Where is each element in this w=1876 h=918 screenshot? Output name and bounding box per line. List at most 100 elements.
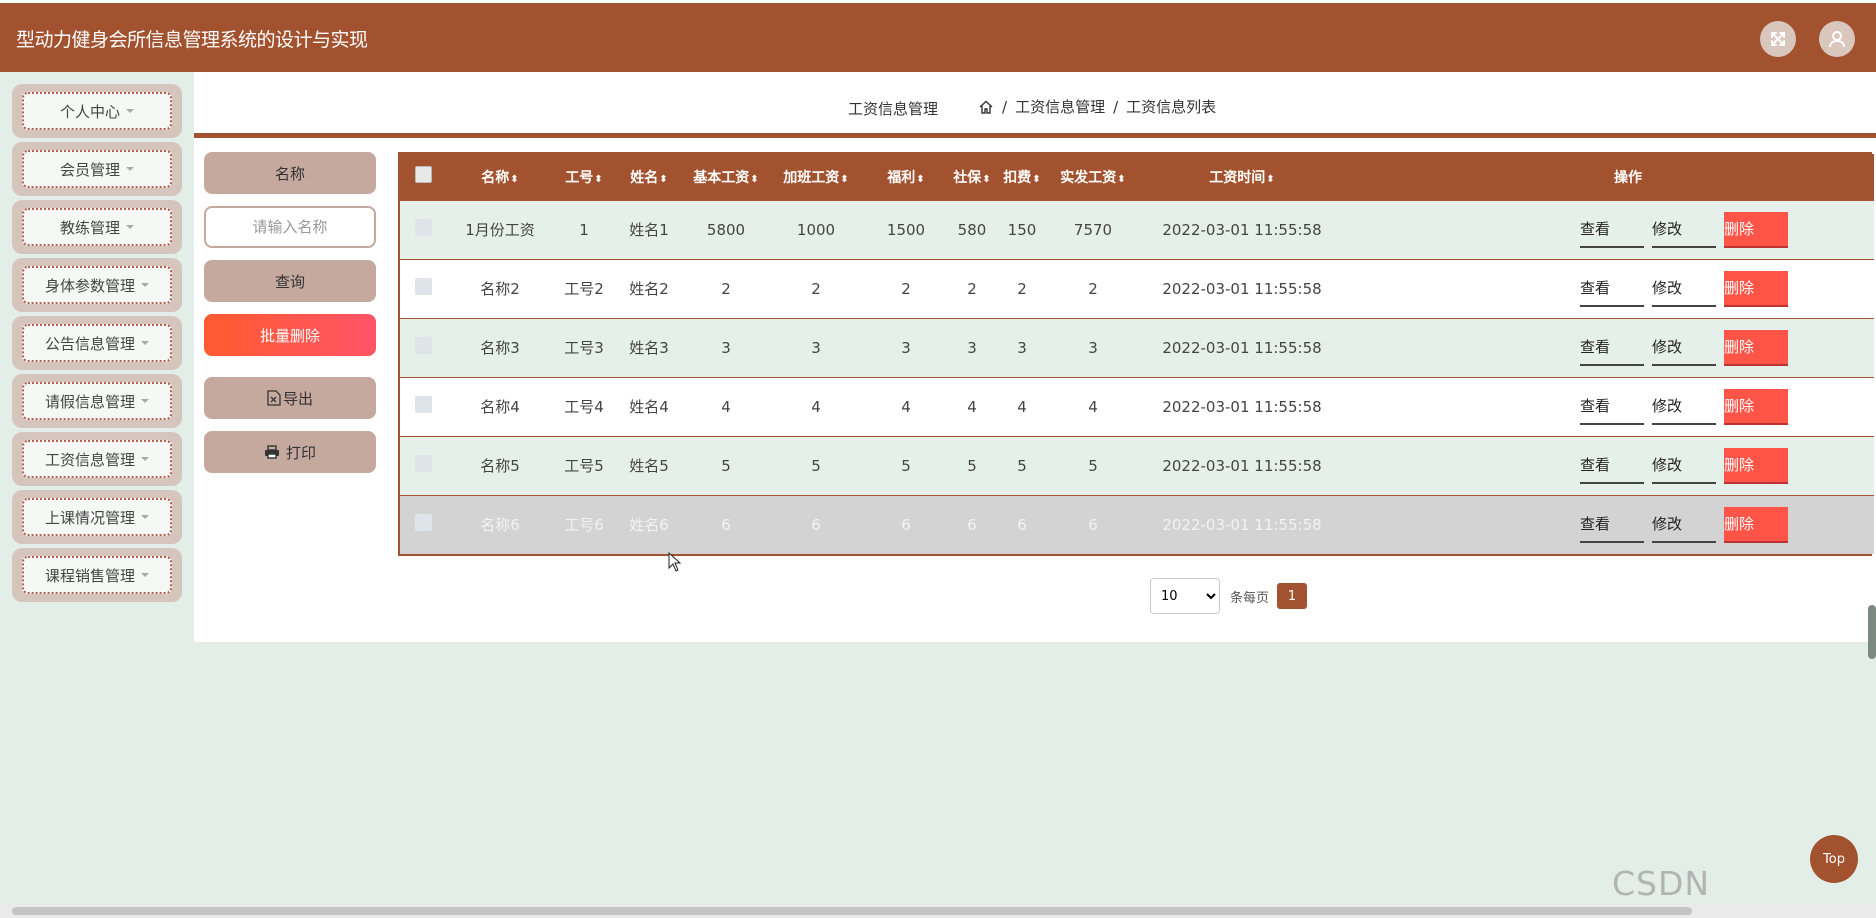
table-cell: 3 (811, 338, 821, 357)
edit-button[interactable]: 修改 (1652, 212, 1716, 248)
table-row[interactable]: 名称6 工号6 姓名6 6 6 6 6 6 6 2022-03-01 11:55:58 查看 修改 删除 (400, 495, 1874, 554)
horizontal-scrollbar-thumb[interactable] (12, 907, 1692, 915)
search-button[interactable]: 查询 (204, 260, 376, 302)
view-button[interactable]: 查看 (1580, 271, 1644, 307)
user-avatar-button[interactable] (1819, 21, 1855, 57)
batch-delete-button[interactable]: 批量删除 (204, 314, 376, 356)
table-cell: 5 (1088, 456, 1098, 475)
vertical-scrollbar[interactable] (1868, 605, 1876, 659)
edit-button[interactable]: 修改 (1652, 507, 1716, 543)
delete-button[interactable]: 删除 (1724, 447, 1788, 484)
fullscreen-button[interactable] (1760, 21, 1796, 57)
column-header[interactable]: 实发工资⬍ (1048, 154, 1138, 200)
file-export-icon (267, 390, 281, 406)
column-header[interactable]: 名称⬍ (446, 154, 554, 200)
delete-button[interactable]: 删除 (1724, 506, 1788, 543)
sidebar-item-body-params[interactable]: 身体参数管理 (12, 258, 182, 312)
sidebar-item-classes[interactable]: 上课情况管理 (12, 490, 182, 544)
delete-button[interactable]: 删除 (1724, 270, 1788, 307)
page-number-current[interactable]: 1 (1277, 583, 1308, 609)
column-header[interactable]: 工资时间⬍ (1138, 154, 1346, 200)
column-header[interactable]: 社保⬍ (948, 154, 996, 200)
edit-button[interactable]: 修改 (1652, 448, 1716, 484)
sidebar-item-members[interactable]: 会员管理 (12, 142, 182, 196)
caret-down-icon (141, 457, 149, 461)
table-cell: 1 (579, 220, 589, 239)
salary-table: 名称⬍ 工号⬍ 姓名⬍ 基本工资⬍ 加班工资⬍ 福利⬍ 社保⬍ 扣费⬍ 实发工资… (398, 152, 1874, 556)
table-cell: 6 (811, 515, 821, 534)
table-cell: 6 (1088, 515, 1098, 534)
breadcrumb-item[interactable]: 工资信息管理 (1015, 96, 1105, 117)
table-cell: 姓名6 (629, 516, 669, 535)
delete-button[interactable]: 删除 (1724, 329, 1788, 366)
view-button[interactable]: 查看 (1580, 507, 1644, 543)
sidebar-item-label: 工资信息管理 (44, 450, 135, 469)
table-cell: 2022-03-01 11:55:58 (1162, 338, 1322, 357)
column-header[interactable]: 扣费⬍ (996, 154, 1048, 200)
home-icon[interactable] (978, 99, 994, 115)
table-cell: 580 (957, 220, 987, 239)
row-checkbox[interactable] (414, 337, 432, 354)
table-cell: 5 (1017, 456, 1027, 475)
table-row[interactable]: 名称2 工号2 姓名2 2 2 2 2 2 2 2022-03-01 11:55:58 查看 修改 删除 (400, 259, 1874, 318)
sidebar-item-coaches[interactable]: 教练管理 (12, 200, 182, 254)
column-header[interactable]: 福利⬍ (864, 154, 948, 200)
table-cell: 姓名4 (629, 398, 669, 416)
column-header (1346, 154, 1576, 200)
page-size-select[interactable]: 10 (1150, 578, 1220, 614)
page-title: 工资信息管理 (848, 100, 939, 118)
edit-button[interactable]: 修改 (1652, 389, 1716, 425)
table-cell: 3 (901, 338, 911, 357)
print-label: 打印 (285, 443, 316, 462)
table-cell: 3 (721, 338, 731, 357)
table-cell: 姓名1 (629, 221, 669, 239)
table-row[interactable]: 名称4 工号4 姓名4 4 4 4 4 4 4 2022-03-01 11:55:58 查看 修改 删除 (400, 377, 1874, 436)
print-button[interactable]: 打印 (204, 431, 376, 473)
export-button[interactable]: 导出 (204, 377, 376, 419)
table-row[interactable]: 名称5 工号5 姓名5 5 5 5 5 5 5 2022-03-01 11:55:58 查看 修改 删除 (400, 436, 1874, 495)
delete-button[interactable]: 删除 (1724, 388, 1788, 425)
table-cell: 2022-03-01 11:55:58 (1162, 515, 1322, 534)
sidebar-item-label: 上课情况管理 (44, 508, 135, 527)
row-checkbox[interactable] (414, 219, 432, 236)
delete-button[interactable]: 删除 (1724, 211, 1788, 248)
row-checkbox[interactable] (414, 278, 432, 295)
top-header: 型动力健身会所信息管理系统的设计与实现 (0, 0, 1876, 72)
sidebar-item-leave[interactable]: 请假信息管理 (12, 374, 182, 428)
pagination: 10 条每页 1 (1150, 578, 1308, 614)
sidebar-item-announcements[interactable]: 公告信息管理 (12, 316, 182, 370)
column-header[interactable]: 姓名⬍ (614, 154, 684, 200)
edit-button[interactable]: 修改 (1652, 330, 1716, 366)
sort-icon: ⬍ (916, 173, 925, 185)
view-button[interactable]: 查看 (1580, 389, 1644, 425)
column-header[interactable]: 加班工资⬍ (768, 154, 864, 200)
view-button[interactable]: 查看 (1580, 330, 1644, 366)
search-input[interactable] (204, 206, 376, 248)
table-cell: 5 (721, 456, 731, 475)
row-checkbox[interactable] (414, 455, 432, 472)
edit-button[interactable]: 修改 (1652, 271, 1716, 307)
caret-down-icon (126, 225, 134, 229)
horizontal-scrollbar[interactable] (0, 904, 1876, 918)
select-all-checkbox[interactable] (414, 166, 432, 184)
table-row[interactable]: 名称3 工号3 姓名3 3 3 3 3 3 3 2022-03-01 11:55:58 查看 修改 删除 (400, 318, 1874, 377)
view-button[interactable]: 查看 (1580, 448, 1644, 484)
sidebar-item-course-sales[interactable]: 课程销售管理 (12, 548, 182, 602)
sidebar-item-salary[interactable]: 工资信息管理 (12, 432, 182, 486)
table-cell: 5800 (706, 220, 746, 239)
row-checkbox[interactable] (414, 514, 432, 532)
table-cell: 名称3 (480, 339, 520, 357)
table-cell: 2 (811, 279, 821, 298)
column-header[interactable]: 基本工资⬍ (684, 154, 768, 200)
column-header[interactable]: 工号⬍ (554, 154, 614, 200)
breadcrumb-item: 工资信息列表 (1126, 98, 1217, 116)
sidebar-item-personal-center[interactable]: 个人中心 (12, 84, 182, 138)
row-checkbox[interactable] (414, 396, 432, 413)
sort-icon: ⬍ (594, 173, 603, 185)
table-cell: 工号2 (564, 280, 604, 298)
app-title: 型动力健身会所信息管理系统的设计与实现 (16, 29, 368, 51)
table-cell: 姓名5 (629, 457, 669, 475)
view-button[interactable]: 查看 (1580, 212, 1644, 248)
table-row[interactable]: 1月份工资 1 姓名1 5800 1000 1500 580 150 7570 2022-03-0… (400, 200, 1874, 259)
sidebar-item-label: 个人中心 (59, 102, 120, 121)
